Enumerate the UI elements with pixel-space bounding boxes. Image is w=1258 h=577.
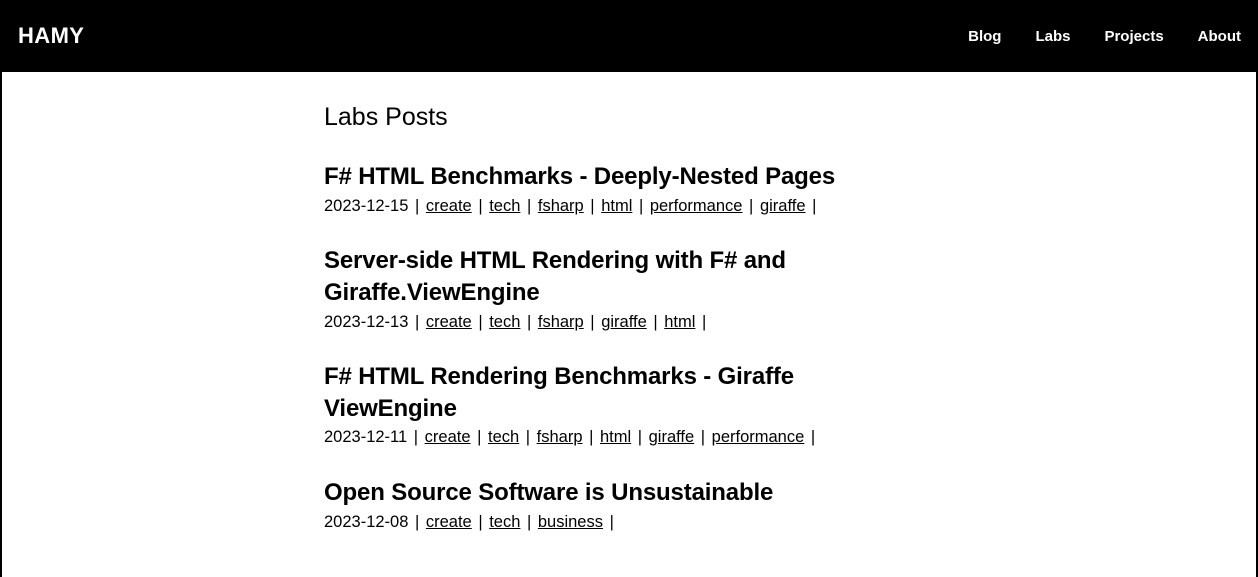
post-tag-link[interactable]: business xyxy=(538,513,603,531)
content-frame: Labs Posts F# HTML Benchmarks - Deeply-N… xyxy=(0,72,1258,577)
post-date: 2023-12-08 xyxy=(324,513,408,531)
post-tag-link[interactable]: create xyxy=(426,313,472,331)
post-tag-link[interactable]: giraffe xyxy=(601,313,647,331)
post-tag-link[interactable]: create xyxy=(425,428,471,446)
post-date: 2023-12-15 xyxy=(324,197,408,215)
post-title-link[interactable]: F# HTML Rendering Benchmarks - Giraffe V… xyxy=(324,361,884,424)
post-list: F# HTML Benchmarks - Deeply-Nested Pages… xyxy=(324,161,884,534)
post-date: 2023-12-11 xyxy=(324,428,407,446)
primary-navigation: Blog Labs Projects About xyxy=(934,29,1241,44)
main-content: Labs Posts F# HTML Benchmarks - Deeply-N… xyxy=(324,72,884,534)
post-tag-link[interactable]: giraffe xyxy=(649,428,695,446)
post-title-link[interactable]: Open Source Software is Unsustainable xyxy=(324,477,884,509)
post-date: 2023-12-13 xyxy=(324,313,408,331)
post-title-link[interactable]: Server-side HTML Rendering with F# and G… xyxy=(324,245,884,308)
meta-separator: | xyxy=(520,313,537,331)
post-list-item: Server-side HTML Rendering with F# and G… xyxy=(324,245,884,334)
site-header: HAMY Blog Labs Projects About xyxy=(0,0,1258,72)
post-tag-link[interactable]: tech xyxy=(489,313,520,331)
post-meta: 2023-12-08 | create | tech | business | xyxy=(324,511,884,534)
meta-separator: | xyxy=(408,513,425,531)
post-tag-link[interactable]: tech xyxy=(489,513,520,531)
page-title: Labs Posts xyxy=(324,102,884,133)
post-title-link[interactable]: F# HTML Benchmarks - Deeply-Nested Pages xyxy=(324,161,884,193)
post-list-item: Open Source Software is Unsustainable202… xyxy=(324,477,884,534)
post-list-item: F# HTML Benchmarks - Deeply-Nested Pages… xyxy=(324,161,884,218)
meta-separator: | xyxy=(631,428,648,446)
post-tag-link[interactable]: html xyxy=(664,313,695,331)
post-tag-link[interactable]: create xyxy=(426,513,472,531)
page-root: HAMY Blog Labs Projects About Labs Posts… xyxy=(0,0,1258,577)
post-tag-link[interactable]: tech xyxy=(489,197,520,215)
nav-item-blog[interactable]: Blog xyxy=(968,29,1001,44)
meta-separator: | xyxy=(695,313,708,331)
post-tag-link[interactable]: create xyxy=(426,197,472,215)
post-tag-link[interactable]: fsharp xyxy=(538,197,584,215)
meta-separator: | xyxy=(694,428,711,446)
post-tag-link[interactable]: fsharp xyxy=(537,428,583,446)
post-tag-link[interactable]: tech xyxy=(488,428,519,446)
meta-separator: | xyxy=(742,197,759,215)
meta-separator: | xyxy=(584,197,601,215)
meta-separator: | xyxy=(471,428,488,446)
meta-separator: | xyxy=(603,513,616,531)
meta-separator: | xyxy=(806,197,819,215)
meta-separator: | xyxy=(408,197,425,215)
meta-separator: | xyxy=(407,428,424,446)
meta-separator: | xyxy=(804,428,817,446)
meta-separator: | xyxy=(472,313,489,331)
post-tag-link[interactable]: fsharp xyxy=(538,313,584,331)
post-list-item: F# HTML Rendering Benchmarks - Giraffe V… xyxy=(324,361,884,450)
post-tag-link[interactable]: html xyxy=(601,197,632,215)
site-logo[interactable]: HAMY xyxy=(18,25,84,47)
meta-separator: | xyxy=(583,428,600,446)
meta-separator: | xyxy=(519,428,536,446)
meta-separator: | xyxy=(647,313,664,331)
meta-separator: | xyxy=(520,513,537,531)
post-tag-link[interactable]: performance xyxy=(712,428,805,446)
post-tag-link[interactable]: html xyxy=(600,428,631,446)
nav-item-labs[interactable]: Labs xyxy=(1035,29,1070,44)
post-meta: 2023-12-15 | create | tech | fsharp | ht… xyxy=(324,195,884,218)
meta-separator: | xyxy=(584,313,601,331)
meta-separator: | xyxy=(520,197,537,215)
meta-separator: | xyxy=(472,197,489,215)
meta-separator: | xyxy=(408,313,425,331)
meta-separator: | xyxy=(472,513,489,531)
post-tag-link[interactable]: giraffe xyxy=(760,197,806,215)
meta-separator: | xyxy=(632,197,649,215)
nav-item-about[interactable]: About xyxy=(1198,29,1241,44)
post-meta: 2023-12-11 | create | tech | fsharp | ht… xyxy=(324,426,884,449)
post-meta: 2023-12-13 | create | tech | fsharp | gi… xyxy=(324,311,884,334)
nav-item-projects[interactable]: Projects xyxy=(1104,29,1163,44)
post-tag-link[interactable]: performance xyxy=(650,197,743,215)
